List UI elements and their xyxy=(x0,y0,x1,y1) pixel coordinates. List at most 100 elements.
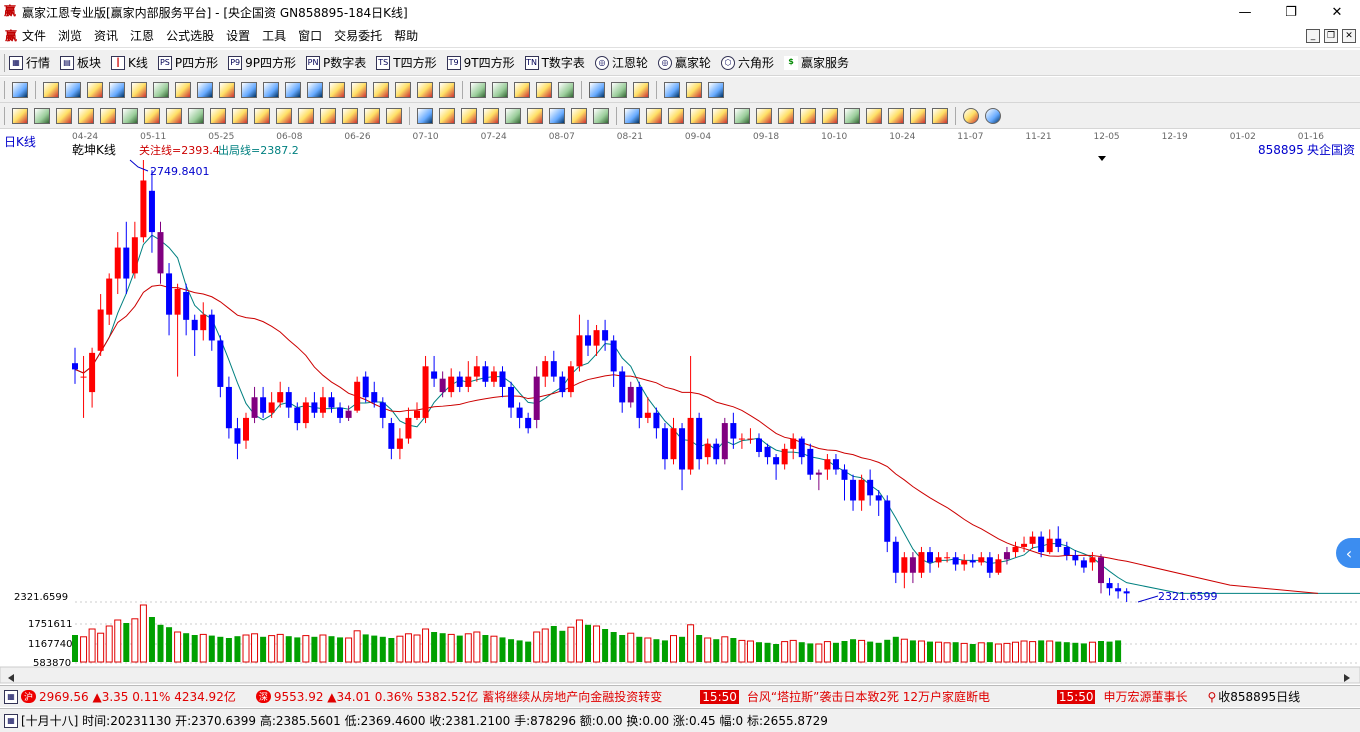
hand-icon[interactable] xyxy=(470,81,486,98)
hash-icon[interactable] xyxy=(34,107,50,124)
table-icon[interactable] xyxy=(633,81,649,98)
sector-button[interactable]: ▤ 板块 xyxy=(60,54,101,71)
diamond-5-icon[interactable] xyxy=(417,81,433,98)
notes-icon[interactable] xyxy=(65,81,81,98)
ray-icon[interactable] xyxy=(505,107,521,124)
maximize-button[interactable]: ❐ xyxy=(1268,0,1314,24)
ladder-icon[interactable] xyxy=(910,107,926,124)
calendar-icon[interactable] xyxy=(589,81,605,98)
menu-item-file[interactable]: 文件 xyxy=(22,27,46,44)
grid-tool-2-icon[interactable] xyxy=(78,107,94,124)
export-icon[interactable] xyxy=(708,81,724,98)
hexagon-button[interactable]: ⬡ 六角形 xyxy=(720,54,774,71)
grid-tool-1-icon[interactable] xyxy=(56,107,72,124)
horizontal-scrollbar[interactable] xyxy=(0,666,1360,684)
alarm-icon[interactable]: ⚲ xyxy=(1207,690,1216,704)
stairs-icon[interactable] xyxy=(888,107,904,124)
rect-tool-icon[interactable] xyxy=(417,107,433,124)
kline-button[interactable]: ┃ K线 xyxy=(111,54,148,71)
mdi-minimize-icon[interactable]: _ xyxy=(1306,29,1320,43)
diamond-4-icon[interactable] xyxy=(395,81,411,98)
fan-tool-icon[interactable] xyxy=(210,107,226,124)
news-ticker-3[interactable]: 申万宏源董事长 xyxy=(1103,688,1195,705)
compass-tool-icon[interactable] xyxy=(254,107,270,124)
indicator-icon[interactable] xyxy=(131,81,147,98)
diamond-6-icon[interactable] xyxy=(439,81,455,98)
menu-item-info[interactable]: 资讯 xyxy=(94,27,118,44)
comb-tool-icon[interactable] xyxy=(342,107,358,124)
bars-tool-icon[interactable] xyxy=(188,107,204,124)
wave-icon[interactable] xyxy=(844,107,860,124)
menu-item-help[interactable]: 帮助 xyxy=(394,27,418,44)
first-icon[interactable] xyxy=(241,81,257,98)
collapse-panel-icon[interactable]: ‹ xyxy=(1336,538,1360,568)
p-square-button[interactable]: PS P四方形 xyxy=(157,54,218,71)
color-icon[interactable] xyxy=(963,107,979,124)
angle-tool-icon[interactable] xyxy=(232,107,248,124)
p-number-table-button[interactable]: PN P数字表 xyxy=(306,54,366,71)
save-icon[interactable] xyxy=(664,81,680,98)
rake-tool-icon[interactable] xyxy=(386,107,402,124)
mdi-restore-icon[interactable]: ❐ xyxy=(1324,29,1338,43)
news-ticker-1[interactable]: 蓄将继续从房地产向金融投资转变 xyxy=(482,688,694,705)
channel-icon[interactable] xyxy=(483,107,499,124)
ruler-icon[interactable] xyxy=(624,107,640,124)
overlay-icon[interactable] xyxy=(153,81,169,98)
calculator-icon[interactable] xyxy=(611,81,627,98)
t-number-table-button[interactable]: TN T数字表 xyxy=(524,54,585,71)
box-tool-icon[interactable] xyxy=(298,107,314,124)
diamond-1-icon[interactable] xyxy=(329,81,345,98)
parallel-icon[interactable] xyxy=(527,107,543,124)
circle-tool-icon[interactable] xyxy=(144,107,160,124)
balance-icon[interactable] xyxy=(800,107,816,124)
fib-fan-icon[interactable] xyxy=(439,107,455,124)
minimize-button[interactable]: — xyxy=(1222,0,1268,24)
last-icon[interactable] xyxy=(263,81,279,98)
close-button[interactable]: ✕ xyxy=(1314,0,1360,24)
menu-item-formula[interactable]: 公式选股 xyxy=(166,27,214,44)
pen-icon[interactable] xyxy=(12,107,28,124)
menu-item-window[interactable]: 窗口 xyxy=(298,27,322,44)
speed-icon[interactable] xyxy=(756,107,772,124)
time-icon[interactable] xyxy=(778,107,794,124)
chart-style-icon[interactable] xyxy=(87,81,103,98)
globe-tool-icon[interactable] xyxy=(166,107,182,124)
gann-wheel-button[interactable]: ◎ 江恩轮 xyxy=(594,54,648,71)
measure-icon[interactable] xyxy=(646,107,662,124)
candle-icon[interactable] xyxy=(175,81,191,98)
levels-icon[interactable] xyxy=(690,107,706,124)
grid-box-icon[interactable] xyxy=(549,107,565,124)
9t-square-button[interactable]: T9 9T四方形 xyxy=(446,54,515,71)
percent-icon[interactable] xyxy=(668,107,684,124)
lines-tool-icon[interactable] xyxy=(320,107,336,124)
menu-item-trade[interactable]: 交易委托 xyxy=(334,27,382,44)
arc-icon[interactable] xyxy=(461,107,477,124)
layout-icon[interactable] xyxy=(12,81,28,98)
t-square-button[interactable]: TS T四方形 xyxy=(376,54,437,71)
diamond-2-icon[interactable] xyxy=(351,81,367,98)
square-icon[interactable] xyxy=(734,107,750,124)
wheel-tool-icon[interactable] xyxy=(276,107,292,124)
zigzag-icon[interactable] xyxy=(932,107,948,124)
pattern-icon[interactable] xyxy=(536,81,552,98)
infinity-icon[interactable] xyxy=(985,107,1001,124)
sz-index-value[interactable]: 9553.92 xyxy=(274,690,324,704)
calculator-icon[interactable]: ▦ xyxy=(4,689,18,704)
print-icon[interactable] xyxy=(686,81,702,98)
mdi-close-icon[interactable]: ✕ xyxy=(1342,29,1356,43)
trend-icon[interactable] xyxy=(514,81,530,98)
fib-icon[interactable] xyxy=(822,107,838,124)
kline-chart[interactable]: 04-24 05-11 05-25 06-08 06-26 07-10 07-24 08-07… xyxy=(0,129,1360,685)
menu-item-tools[interactable]: 工具 xyxy=(262,27,286,44)
info-icon[interactable]: ▦ xyxy=(4,713,18,728)
quotes-button[interactable]: ▦ 行情 xyxy=(9,54,50,71)
cycle-tool-icon[interactable] xyxy=(364,107,380,124)
winner-wheel-button[interactable]: ◎ 赢家轮 xyxy=(657,54,711,71)
gann-fan-icon[interactable] xyxy=(43,81,59,98)
matrix-icon[interactable] xyxy=(571,107,587,124)
grid-tool-4-icon[interactable] xyxy=(122,107,138,124)
grid-tool-3-icon[interactable] xyxy=(100,107,116,124)
crosshair-icon[interactable] xyxy=(492,81,508,98)
menu-item-gann[interactable]: 江恩 xyxy=(130,27,154,44)
bar-style-icon[interactable] xyxy=(109,81,125,98)
